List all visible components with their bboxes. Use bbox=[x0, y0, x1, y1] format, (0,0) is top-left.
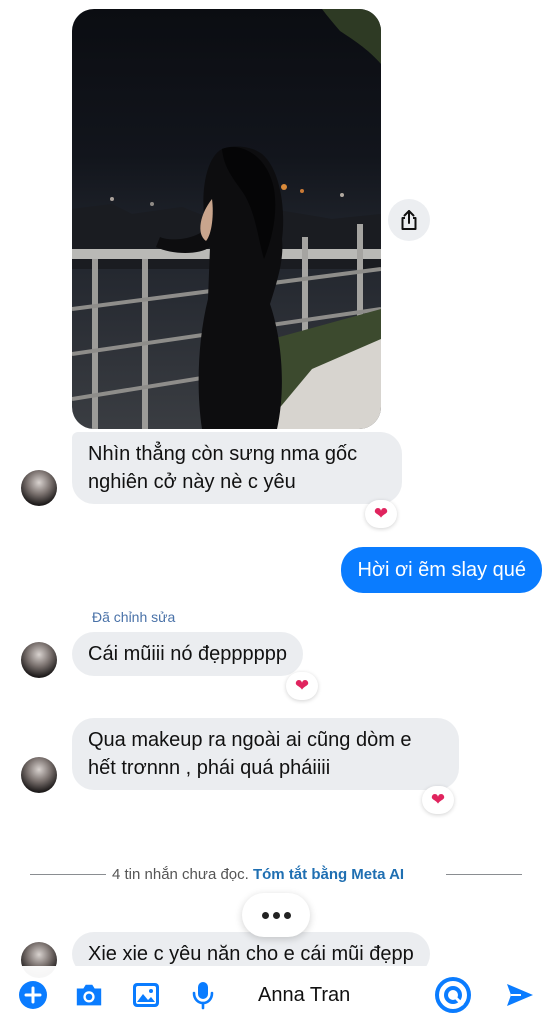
unread-notice: 4 tin nhắn chưa đọc. Tóm tắt bằng Meta A… bbox=[112, 866, 404, 883]
heart-reaction[interactable]: ❤ bbox=[365, 500, 397, 528]
heart-reaction[interactable]: ❤ bbox=[422, 786, 454, 814]
dot bbox=[272, 911, 280, 919]
incoming-message[interactable]: Nhìn thẳng còn sưng nma gốc nghiên cở nà… bbox=[72, 432, 402, 504]
meta-ai-button[interactable] bbox=[434, 976, 472, 1014]
message-text: hết trơnnn , phái quá pháiiii bbox=[88, 757, 331, 779]
edited-label: Đã chỉnh sửa bbox=[92, 609, 176, 625]
divider-line bbox=[30, 874, 106, 875]
unread-count-text: 4 tin nhắn chưa đọc. bbox=[112, 866, 249, 883]
meta-ai-icon bbox=[435, 977, 471, 1013]
shared-photo[interactable] bbox=[72, 9, 381, 429]
plus-button[interactable] bbox=[18, 980, 48, 1010]
typing-indicator[interactable] bbox=[242, 893, 310, 937]
dot bbox=[283, 911, 291, 919]
heart-icon: ❤ bbox=[430, 790, 446, 809]
camera-button[interactable] bbox=[74, 980, 104, 1010]
send-button[interactable] bbox=[505, 980, 535, 1010]
outgoing-message[interactable]: Hời ơi ẽm slay qué bbox=[341, 547, 542, 593]
recipient-name: Anna Tran bbox=[258, 983, 351, 1006]
heart-reaction[interactable]: ❤ bbox=[286, 672, 318, 700]
share-button[interactable] bbox=[388, 199, 430, 241]
meta-ai-summary-link[interactable]: Tóm tắt bằng Meta AI bbox=[253, 866, 404, 883]
photo-scene bbox=[72, 9, 381, 429]
incoming-message[interactable]: Qua makeup ra ngoài ai cũng dòm e hết tr… bbox=[72, 718, 459, 790]
avatar[interactable] bbox=[21, 470, 57, 506]
avatar[interactable] bbox=[21, 642, 57, 678]
message-text: Hời ơi ẽm slay qué bbox=[357, 559, 526, 581]
gallery-button[interactable] bbox=[131, 980, 161, 1010]
message-text: Qua makeup ra ngoài ai cũng dòm e bbox=[88, 729, 412, 751]
plus-icon bbox=[19, 981, 47, 1009]
avatar[interactable] bbox=[21, 757, 57, 793]
incoming-message[interactable]: Cái mũiii nó đẹpppppp bbox=[72, 632, 304, 676]
heart-icon: ❤ bbox=[373, 504, 389, 523]
voice-button[interactable] bbox=[188, 980, 218, 1010]
message-text: Xie xie c yêu năn cho e cái mũi đẹpp bbox=[88, 943, 414, 965]
dot bbox=[261, 911, 269, 919]
image-icon bbox=[133, 983, 159, 1007]
divider-line bbox=[446, 874, 522, 875]
camera-icon bbox=[76, 984, 102, 1006]
composer-bar: Anna Tran bbox=[0, 966, 553, 1024]
heart-icon: ❤ bbox=[294, 676, 310, 695]
microphone-icon bbox=[192, 982, 214, 1010]
message-text: nghiên cở này nè c yêu bbox=[88, 471, 296, 493]
send-icon bbox=[507, 984, 533, 1006]
message-text: Nhìn thẳng còn sưng nma gốc bbox=[88, 443, 358, 465]
share-icon bbox=[401, 210, 417, 230]
message-text: Cái mũiii nó đẹpppppp bbox=[88, 643, 288, 665]
